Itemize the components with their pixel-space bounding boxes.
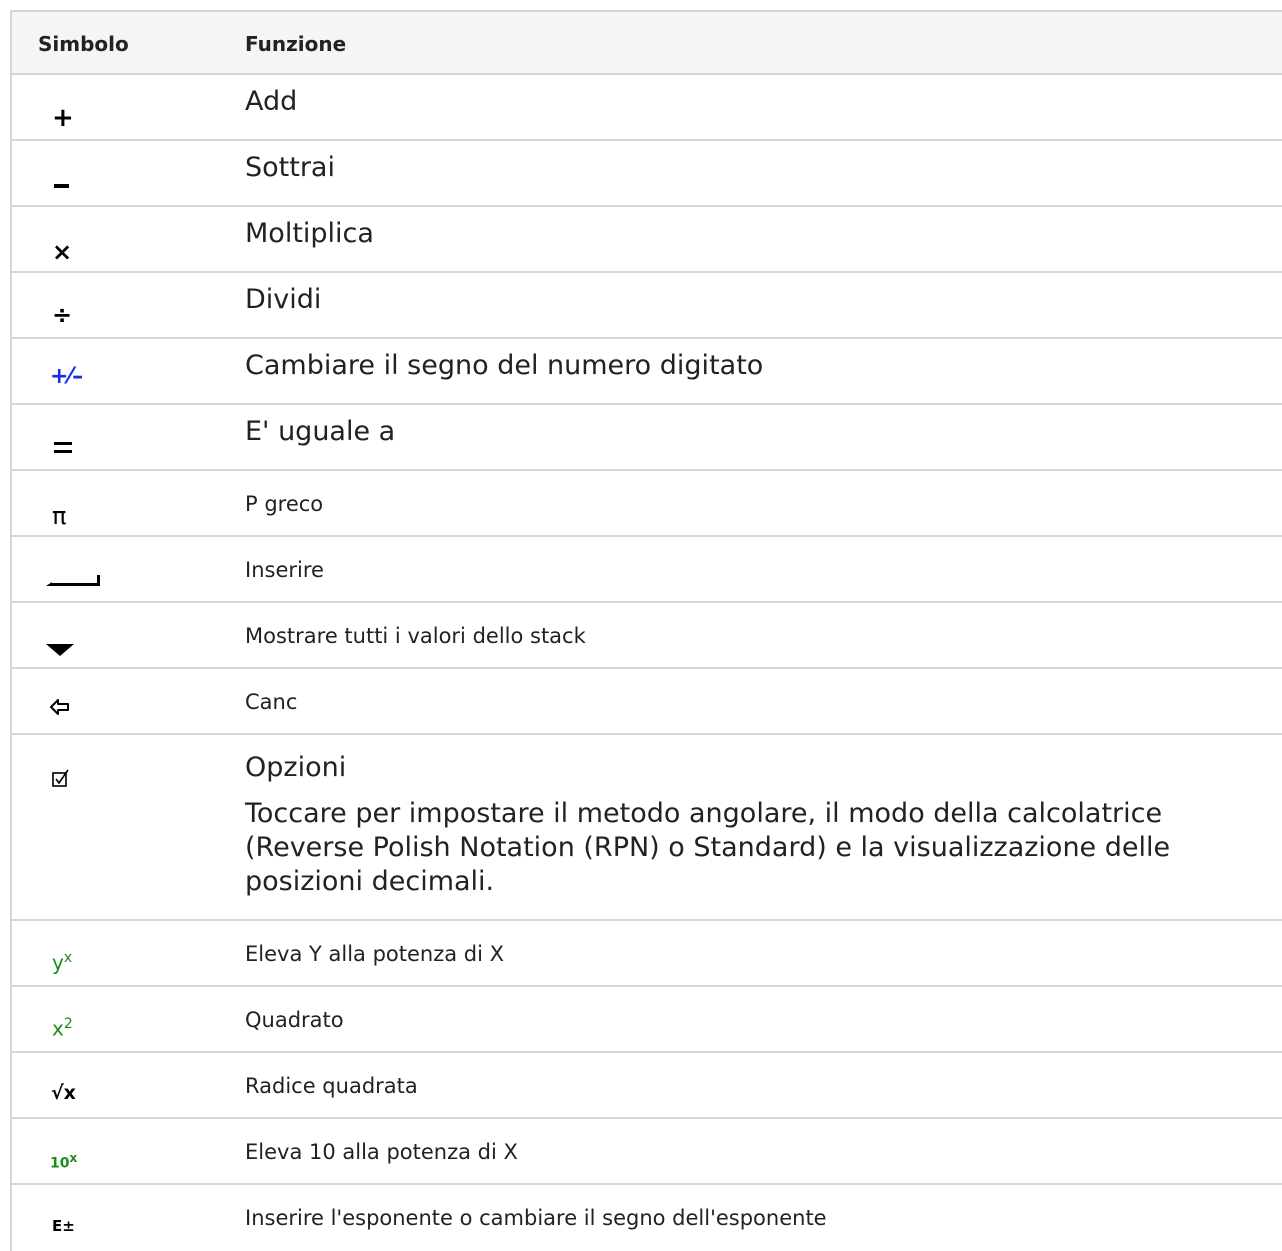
table-header: Simbolo Funzione [12,12,1282,75]
table-row: Inserire [12,537,1282,603]
table-row: + Add [12,75,1282,141]
function-label: Radice quadrata [245,1074,418,1098]
y-power-x-icon: yx [52,950,73,975]
checkbox-icon [52,769,70,790]
function-label: Eleva 10 alla potenza di X [245,1140,518,1164]
table-row: Mostrare tutti i valori dello stack [12,603,1282,669]
function-label: Inserire [245,558,324,582]
symbol-table: Simbolo Funzione + Add Sottrai × Moltipl… [10,10,1282,1251]
square-root-icon: √x [51,1082,76,1104]
function-label: Cambiare il segno del numero digitato [245,350,764,381]
table-row: x2 Quadrato [12,987,1282,1053]
function-label: Quadrato [245,1008,344,1032]
function-label: Eleva Y alla potenza di X [245,942,505,966]
function-label: Opzioni [245,752,347,783]
function-description: Toccare per impostare il metodo angolare… [245,798,1171,897]
pi-icon: π [52,502,67,530]
function-label: E' uguale a [245,416,396,447]
table-row: × Moltiplica [12,207,1282,273]
table-row: 10x Eleva 10 alla potenza di X [12,1119,1282,1185]
exponent-icon: E± [52,1217,75,1235]
function-label: P greco [245,492,324,516]
header-function: Funzione [245,32,347,56]
plus-minus-icon: +⁄– [50,364,84,389]
x-squared-icon: x2 [52,1016,73,1041]
table-row: π P greco [12,471,1282,537]
header-symbol: Simbolo [38,32,129,56]
function-label: Add [245,86,298,117]
function-label: Sottrai [245,152,335,183]
function-label: Canc [245,690,298,714]
equals-icon [54,442,72,454]
table-row: E± Inserire l'esponente o cambiare il se… [12,1185,1282,1251]
plus-icon: + [52,103,74,133]
table-row: Sottrai [12,141,1282,207]
table-row: ÷ Dividi [12,273,1282,339]
function-label: Dividi [245,284,322,315]
table-row: E' uguale a [12,405,1282,471]
multiply-icon: × [52,238,73,266]
function-label: Mostrare tutti i valori dello stack [245,624,586,648]
triangle-down-icon [46,643,74,659]
table-row: yx Eleva Y alla potenza di X [12,921,1282,987]
backspace-icon [50,699,70,718]
enter-icon [46,571,102,587]
function-label: Inserire l'esponente o cambiare il segno… [245,1206,827,1230]
table-row: Opzioni Toccare per impostare il metodo … [12,735,1282,921]
function-label: Moltiplica [245,218,374,249]
table-row: +⁄– Cambiare il segno del numero digitat… [12,339,1282,405]
divide-icon: ÷ [52,301,73,329]
table-row: √x Radice quadrata [12,1053,1282,1119]
table-row: Canc [12,669,1282,735]
minus-icon [54,184,69,188]
ten-power-x-icon: 10x [50,1151,78,1172]
